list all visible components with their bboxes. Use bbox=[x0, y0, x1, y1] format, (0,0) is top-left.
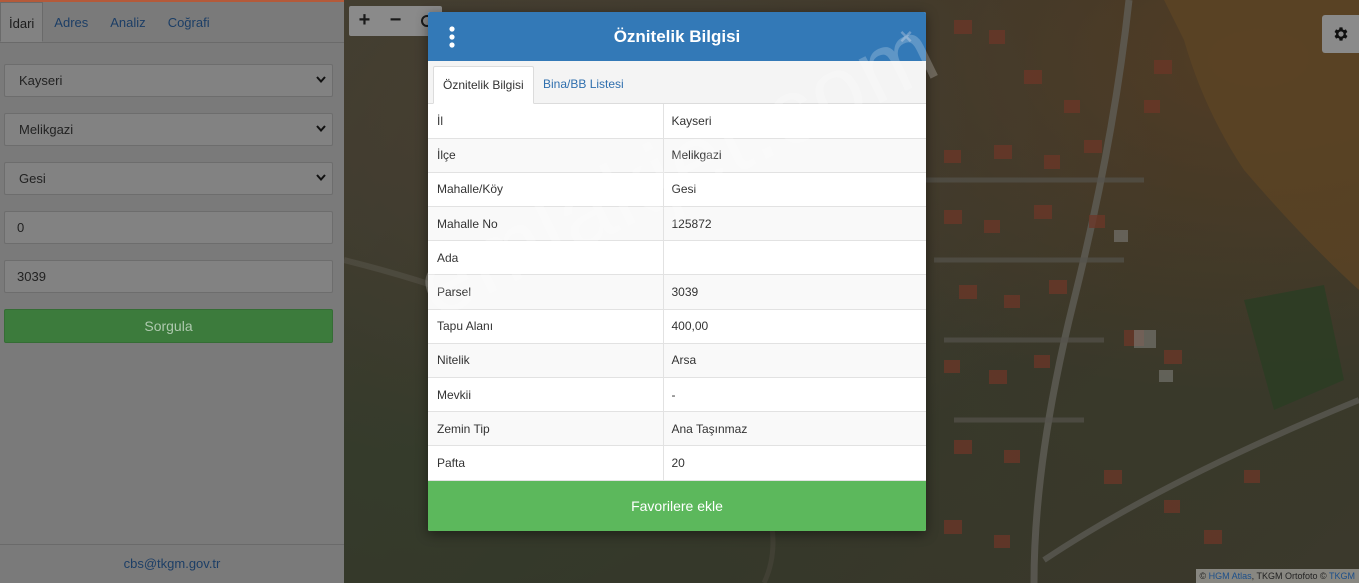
row-key: Mevkii bbox=[428, 377, 664, 413]
tab-attribute-info[interactable]: Öznitelik Bilgisi bbox=[433, 66, 534, 104]
row-value: 125872 bbox=[663, 206, 926, 242]
row-value bbox=[663, 240, 926, 276]
row-key: Zemin Tip bbox=[428, 411, 664, 447]
row-value: 20 bbox=[663, 445, 926, 481]
tab-analiz[interactable]: Analiz bbox=[99, 2, 156, 42]
modal-title: Öznitelik Bilgisi bbox=[613, 27, 741, 46]
row-value: Melikgazi bbox=[663, 138, 926, 173]
tkgm-link[interactable]: TKGM bbox=[1329, 571, 1355, 581]
row-key: Ada bbox=[428, 240, 664, 276]
row-key: Mahalle No bbox=[428, 206, 664, 242]
row-key: Mahalle/Köy bbox=[428, 172, 664, 208]
table-row: Parsel 3039 bbox=[428, 274, 926, 310]
map-attribution: © HGM Atlas, TKGM Ortofoto © TKGM bbox=[1195, 569, 1359, 583]
tab-building-list[interactable]: Bina/BB Listesi bbox=[534, 66, 633, 104]
row-key: İl bbox=[428, 104, 664, 139]
add-to-favorites-button[interactable]: Favorilere ekle bbox=[428, 481, 926, 531]
zoom-in-button[interactable]: + bbox=[349, 6, 380, 36]
row-value: 3039 bbox=[663, 274, 926, 310]
left-panel: İdari Adres Analiz Coğrafi Kayseri Melik… bbox=[0, 0, 344, 583]
parsel-input[interactable]: 3039 bbox=[4, 260, 333, 293]
kebab-menu-icon[interactable] bbox=[442, 25, 462, 49]
ilce-select-value: Melikgazi bbox=[19, 122, 74, 137]
row-key: Parsel bbox=[428, 274, 664, 310]
footer-email-link[interactable]: cbs@tkgm.gov.tr bbox=[0, 545, 344, 583]
modal-tabs: Öznitelik Bilgisi Bina/BB Listesi bbox=[428, 61, 926, 104]
table-row: Tapu Alanı 400,00 bbox=[428, 309, 926, 344]
row-value: Ana Taşınmaz bbox=[663, 411, 926, 447]
tab-cografi[interactable]: Coğrafi bbox=[157, 2, 221, 42]
hgm-atlas-link[interactable]: HGM Atlas bbox=[1209, 571, 1252, 581]
table-row: Nitelik Arsa bbox=[428, 343, 926, 379]
table-row: Mahalle/Köy Gesi bbox=[428, 172, 926, 208]
sidebar-tabs: İdari Adres Analiz Coğrafi bbox=[0, 2, 344, 43]
table-row: Zemin Tip Ana Taşınmaz bbox=[428, 411, 926, 447]
row-value: Kayseri bbox=[663, 104, 926, 139]
table-row: Mevkii - bbox=[428, 377, 926, 413]
il-select[interactable]: Kayseri bbox=[4, 64, 333, 97]
table-row: Pafta 20 bbox=[428, 445, 926, 481]
gear-icon bbox=[1334, 27, 1347, 41]
row-key: İlçe bbox=[428, 138, 664, 173]
tab-adres[interactable]: Adres bbox=[43, 2, 99, 42]
zoom-out-button[interactable]: − bbox=[380, 6, 411, 36]
mahalle-select[interactable]: Gesi bbox=[4, 162, 333, 195]
attribute-info-modal: Öznitelik Bilgisi × Öznitelik Bilgisi Bi… bbox=[428, 12, 926, 531]
row-value: Arsa bbox=[663, 343, 926, 379]
row-key: Pafta bbox=[428, 445, 664, 481]
query-button[interactable]: Sorgula bbox=[4, 309, 333, 343]
row-key: Nitelik bbox=[428, 343, 664, 379]
table-row: İlçe Melikgazi bbox=[428, 138, 926, 173]
table-row: Mahalle No 125872 bbox=[428, 206, 926, 242]
close-icon[interactable]: × bbox=[898, 26, 914, 48]
row-value: - bbox=[663, 377, 926, 413]
attribute-table: İl Kayseri İlçe Melikgazi Mahalle/Köy Gesi … bbox=[428, 104, 926, 481]
table-row: Ada bbox=[428, 240, 926, 276]
table-row: İl Kayseri bbox=[428, 104, 926, 139]
row-value: 400,00 bbox=[663, 309, 926, 344]
settings-button[interactable] bbox=[1322, 15, 1359, 53]
ilce-select[interactable]: Melikgazi bbox=[4, 113, 333, 146]
ada-input[interactable]: 0 bbox=[4, 211, 333, 244]
row-value: Gesi bbox=[663, 172, 926, 208]
tab-idari[interactable]: İdari bbox=[0, 2, 44, 42]
mahalle-select-value: Gesi bbox=[19, 171, 46, 186]
row-key: Tapu Alanı bbox=[428, 309, 664, 344]
il-select-value: Kayseri bbox=[19, 73, 63, 88]
modal-header: Öznitelik Bilgisi × bbox=[428, 12, 926, 61]
